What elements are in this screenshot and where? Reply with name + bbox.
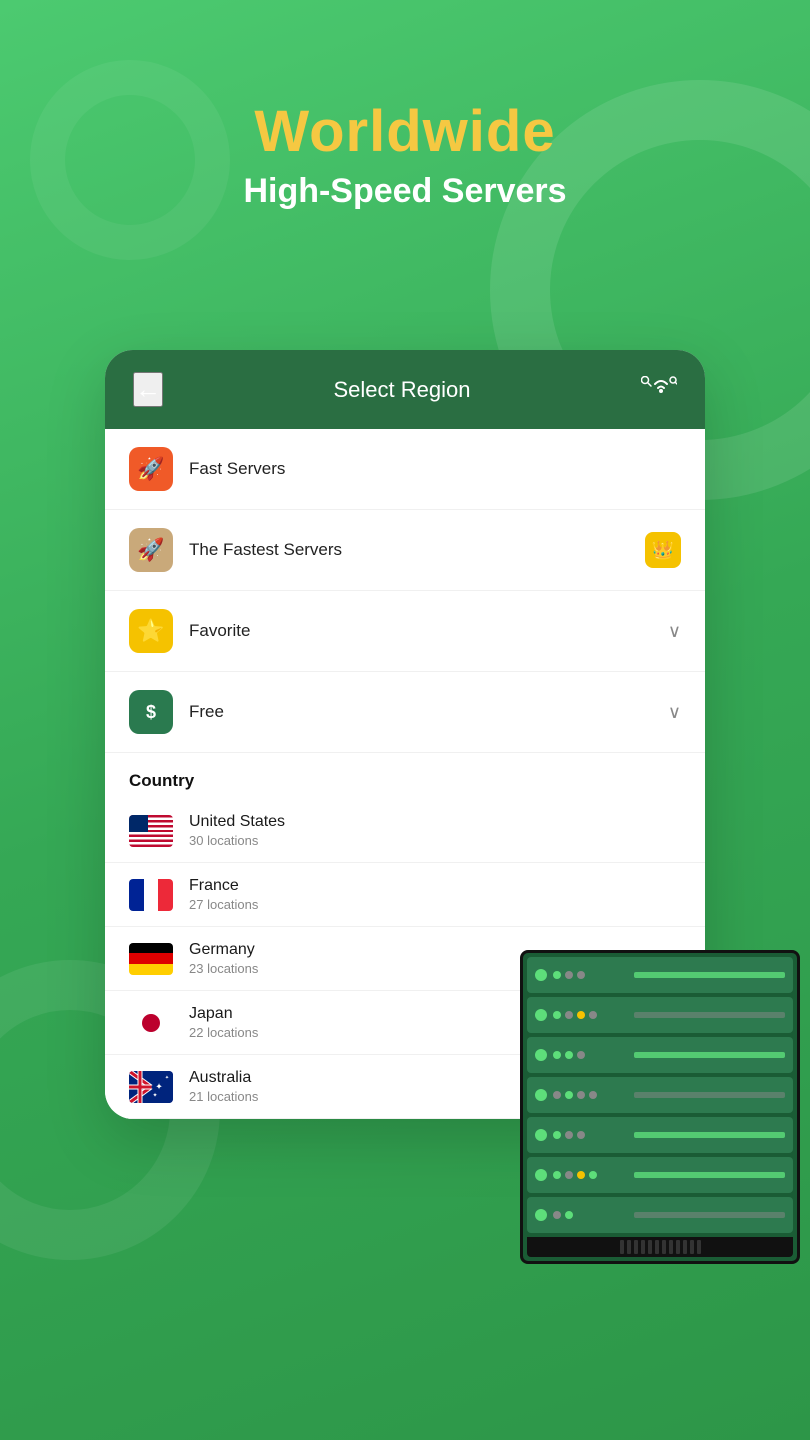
country-section-header: Country — [105, 753, 705, 799]
de-info: Germany 23 locations — [189, 941, 258, 976]
fr-locations: 27 locations — [189, 897, 258, 912]
fastest-servers-right: 👑 — [645, 532, 681, 568]
jp-name: Japan — [189, 1005, 258, 1023]
header-section: Worldwide High-Speed Servers — [0, 100, 810, 211]
fastest-servers-icon: 🚀 — [129, 528, 173, 572]
country-item-us[interactable]: United States 30 locations — [105, 799, 705, 863]
crown-icon: 👑 — [645, 532, 681, 568]
svg-text:✦: ✦ — [152, 1092, 157, 1099]
free-icon: $ — [129, 690, 173, 734]
country-item-fr[interactable]: France 27 locations — [105, 863, 705, 927]
svg-text:✦: ✦ — [165, 1075, 169, 1081]
us-locations: 30 locations — [189, 833, 285, 848]
flag-us — [129, 815, 173, 847]
menu-list: 🚀 Fast Servers 🚀 The Fastest Servers 👑 ⭐… — [105, 429, 705, 753]
chevron-down-icon-free: ∨ — [668, 702, 681, 723]
menu-item-fastest-servers[interactable]: 🚀 The Fastest Servers 👑 — [105, 510, 705, 591]
svg-text:✦: ✦ — [155, 1081, 163, 1091]
us-name: United States — [189, 813, 285, 831]
flag-fr — [129, 879, 173, 911]
card-title: Select Region — [334, 377, 471, 403]
page-title-line1: Worldwide — [0, 100, 810, 164]
favorite-right: ∨ — [668, 621, 681, 642]
fast-servers-icon: 🚀 — [129, 447, 173, 491]
page-title-line2: High-Speed Servers — [0, 172, 810, 211]
jp-locations: 22 locations — [189, 1025, 258, 1040]
jp-info: Japan 22 locations — [189, 1005, 258, 1040]
server-rack-illustration — [520, 950, 800, 1264]
flag-au: ✦ ✦ ✦ — [129, 1071, 173, 1103]
fr-name: France — [189, 877, 258, 895]
fr-info: France 27 locations — [189, 877, 258, 912]
de-locations: 23 locations — [189, 961, 258, 976]
background: Worldwide High-Speed Servers ← Select Re… — [0, 0, 810, 1440]
de-name: Germany — [189, 941, 258, 959]
wifi-search-icon — [641, 376, 677, 404]
favorite-label: Favorite — [189, 621, 668, 641]
favorite-icon: ⭐ — [129, 609, 173, 653]
card-header: ← Select Region — [105, 350, 705, 429]
us-info: United States 30 locations — [189, 813, 285, 848]
au-name: Australia — [189, 1069, 258, 1087]
au-locations: 21 locations — [189, 1089, 258, 1104]
fastest-servers-label: The Fastest Servers — [189, 540, 645, 560]
flag-de — [129, 943, 173, 975]
free-right: ∨ — [668, 702, 681, 723]
flag-jp — [129, 1007, 173, 1039]
fast-servers-label: Fast Servers — [189, 459, 681, 479]
menu-item-fast-servers[interactable]: 🚀 Fast Servers — [105, 429, 705, 510]
back-button[interactable]: ← — [133, 372, 163, 407]
chevron-down-icon: ∨ — [668, 621, 681, 642]
free-label: Free — [189, 702, 668, 722]
menu-item-free[interactable]: $ Free ∨ — [105, 672, 705, 753]
au-info: Australia 21 locations — [189, 1069, 258, 1104]
menu-item-favorite[interactable]: ⭐ Favorite ∨ — [105, 591, 705, 672]
